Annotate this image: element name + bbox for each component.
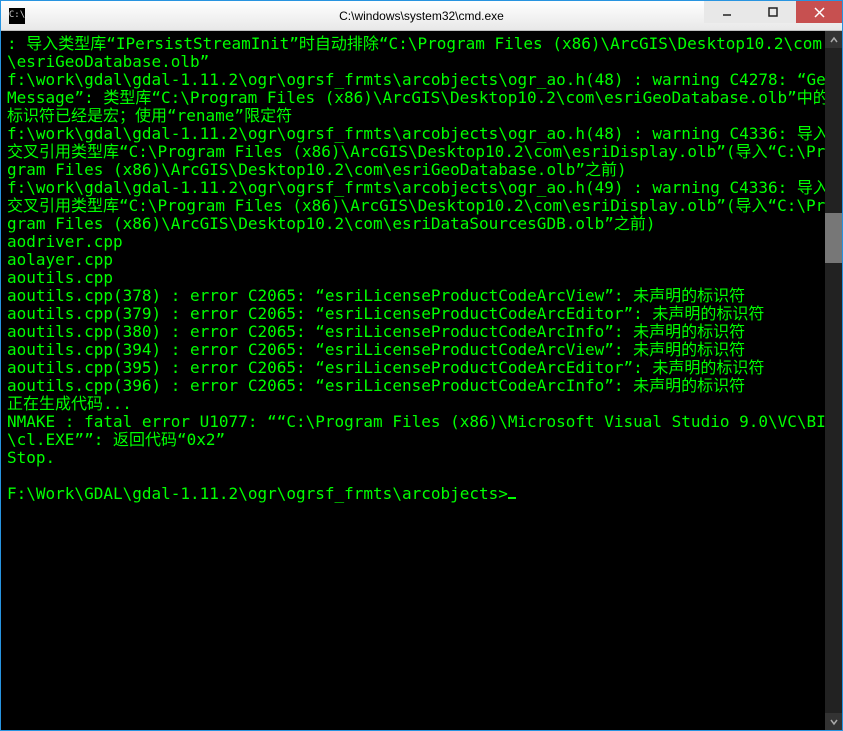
output-line: Stop. <box>7 448 55 467</box>
close-button[interactable] <box>796 1 842 23</box>
output-line: aoutils.cpp(396) : error C2065: “esriLic… <box>7 376 745 395</box>
scroll-track[interactable] <box>825 48 842 713</box>
output-line: aoutils.cpp(379) : error C2065: “esriLic… <box>7 304 764 323</box>
minimize-icon <box>722 7 732 17</box>
output-line: aoutils.cpp(394) : error C2065: “esriLic… <box>7 340 745 359</box>
output-line: : 导入类型库“IPersistStreamInit”时自动排除“C:\Prog… <box>7 34 822 71</box>
output-line: aoutils.cpp <box>7 268 113 287</box>
maximize-icon <box>768 7 778 17</box>
window-controls <box>704 1 842 30</box>
cmd-icon: C:\ <box>9 8 25 24</box>
console-text: : 导入类型库“IPersistStreamInit”时自动排除“C:\Prog… <box>7 35 836 503</box>
chevron-down-icon <box>830 718 838 726</box>
output-line: aolayer.cpp <box>7 250 113 269</box>
prompt-line: F:\Work\GDAL\gdal-1.11.2\ogr\ogrsf_frmts… <box>7 484 508 503</box>
output-line: aoutils.cpp(380) : error C2065: “esriLic… <box>7 322 745 341</box>
output-line: aoutils.cpp(378) : error C2065: “esriLic… <box>7 286 745 305</box>
console-output-area[interactable]: : 导入类型库“IPersistStreamInit”时自动排除“C:\Prog… <box>1 31 842 730</box>
scroll-thumb[interactable] <box>825 213 842 263</box>
vertical-scrollbar[interactable] <box>825 31 842 730</box>
output-line: aoutils.cpp(395) : error C2065: “esriLic… <box>7 358 764 377</box>
maximize-button[interactable] <box>750 1 796 23</box>
chevron-up-icon <box>830 36 838 44</box>
titlebar[interactable]: C:\ C:\windows\system32\cmd.exe <box>1 1 842 31</box>
command-prompt-window: C:\ C:\windows\system32\cmd.exe : 导入类型库“… <box>1 1 842 730</box>
output-line: f:\work\gdal\gdal-1.11.2\ogr\ogrsf_frmts… <box>7 178 835 233</box>
output-line: aodriver.cpp <box>7 232 123 251</box>
minimize-button[interactable] <box>704 1 750 23</box>
output-line: NMAKE : fatal error U1077: ““C:\Program … <box>7 412 835 449</box>
close-icon <box>814 7 825 18</box>
text-cursor <box>508 485 516 499</box>
scroll-down-button[interactable] <box>825 713 842 730</box>
scroll-up-button[interactable] <box>825 31 842 48</box>
output-line: 正在生成代码... <box>7 394 132 413</box>
output-line: f:\work\gdal\gdal-1.11.2\ogr\ogrsf_frmts… <box>7 70 835 125</box>
output-line: f:\work\gdal\gdal-1.11.2\ogr\ogrsf_frmts… <box>7 124 835 179</box>
